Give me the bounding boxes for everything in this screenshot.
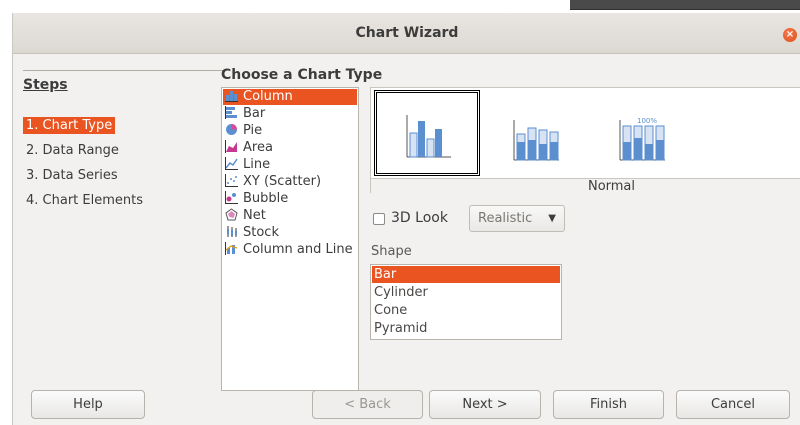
3d-look-label: 3D Look bbox=[391, 210, 448, 226]
chart-type-label: Stock bbox=[243, 225, 279, 240]
step-data-series[interactable]: 3. Data Series bbox=[23, 167, 121, 184]
dialog-title: Chart Wizard bbox=[355, 25, 459, 41]
chart-variant-preview: 100% Normal bbox=[370, 87, 800, 194]
chart-type-label: Area bbox=[243, 140, 273, 155]
chart-type-label: XY (Scatter) bbox=[243, 174, 322, 189]
3d-look-checkbox[interactable] bbox=[373, 213, 385, 225]
step-chart-elements[interactable]: 4. Chart Elements bbox=[23, 192, 146, 209]
background-window-edge bbox=[570, 0, 800, 10]
chart-type-label: Line bbox=[243, 157, 271, 172]
chart-type-column-and-line[interactable]: Column and Line bbox=[223, 242, 357, 258]
chart-type-area[interactable]: Area bbox=[223, 140, 357, 156]
shape-item-cylinder[interactable]: Cylinder bbox=[372, 284, 560, 301]
close-icon[interactable]: × bbox=[783, 28, 797, 42]
chart-type-list[interactable]: Column Bar Pie Area Line XY (Scatter) Bu… bbox=[221, 87, 359, 391]
bar-chart-icon bbox=[225, 106, 238, 119]
chart-type-bubble[interactable]: Bubble bbox=[223, 191, 357, 207]
3d-look-style-value: Realistic bbox=[478, 211, 533, 226]
chart-type-label: Net bbox=[243, 208, 266, 223]
shape-item-cone[interactable]: Cone bbox=[372, 302, 560, 319]
variant-name-label: Normal bbox=[371, 178, 800, 194]
shape-item-bar[interactable]: Bar bbox=[372, 266, 560, 283]
normal-column-variant[interactable] bbox=[374, 90, 480, 176]
variant-name-text: Normal bbox=[587, 179, 636, 194]
shape-item-pyramid[interactable]: Pyramid bbox=[372, 320, 560, 337]
chart-type-bar[interactable]: Bar bbox=[223, 106, 357, 122]
normal-column-thumbnail-icon bbox=[406, 115, 451, 158]
chart-type-heading: Choose a Chart Type bbox=[221, 67, 383, 83]
column-and-line-chart-icon bbox=[225, 242, 238, 255]
steps-heading: Steps bbox=[23, 77, 68, 93]
net-chart-icon bbox=[225, 208, 238, 221]
chart-type-column[interactable]: Column bbox=[223, 89, 357, 105]
column-chart-icon bbox=[225, 89, 238, 102]
chart-type-pie[interactable]: Pie bbox=[223, 123, 357, 139]
steps-divider bbox=[23, 70, 223, 71]
title-bar: Chart Wizard × bbox=[13, 13, 800, 54]
next-button[interactable]: Next > bbox=[429, 390, 541, 419]
chart-type-label: Column bbox=[243, 89, 293, 104]
chart-type-label: Pie bbox=[243, 123, 263, 138]
chart-type-label: Bubble bbox=[243, 191, 289, 206]
chevron-down-icon: ▼ bbox=[548, 213, 556, 224]
chart-type-net[interactable]: Net bbox=[223, 208, 357, 224]
chart-type-line[interactable]: Line bbox=[223, 157, 357, 173]
line-chart-icon bbox=[225, 157, 238, 170]
percent-stacked-column-variant[interactable]: 100% bbox=[587, 90, 693, 176]
percent-stacked-column-thumbnail-icon: 100% bbox=[619, 117, 665, 161]
shape-label: Shape bbox=[371, 244, 412, 259]
percent-badge: 100% bbox=[637, 117, 657, 125]
stacked-column-variant[interactable] bbox=[481, 90, 587, 176]
pie-chart-icon bbox=[225, 123, 238, 136]
cancel-button[interactable]: Cancel bbox=[676, 390, 790, 419]
chart-type-stock[interactable]: Stock bbox=[223, 225, 357, 241]
chart-type-label: Bar bbox=[243, 106, 266, 121]
shape-list[interactable]: Bar Cylinder Cone Pyramid bbox=[370, 264, 562, 340]
stock-chart-icon bbox=[225, 225, 238, 238]
step-chart-type[interactable]: 1. Chart Type bbox=[23, 117, 116, 134]
area-chart-icon bbox=[225, 140, 238, 153]
bubble-chart-icon bbox=[225, 191, 238, 204]
chart-wizard-dialog: Chart Wizard × Steps 1. Chart Type 2. Da… bbox=[12, 13, 800, 425]
back-button[interactable]: < Back bbox=[312, 390, 423, 419]
3d-look-style-select[interactable]: Realistic ▼ bbox=[469, 205, 565, 232]
step-data-range[interactable]: 2. Data Range bbox=[23, 142, 122, 159]
chart-type-xy-scatter[interactable]: XY (Scatter) bbox=[223, 174, 357, 190]
scatter-chart-icon bbox=[225, 174, 238, 187]
stacked-column-thumbnail-icon bbox=[513, 120, 559, 161]
finish-button[interactable]: Finish bbox=[553, 390, 664, 419]
help-button[interactable]: Help bbox=[31, 390, 145, 419]
chart-type-label: Column and Line bbox=[243, 242, 353, 257]
